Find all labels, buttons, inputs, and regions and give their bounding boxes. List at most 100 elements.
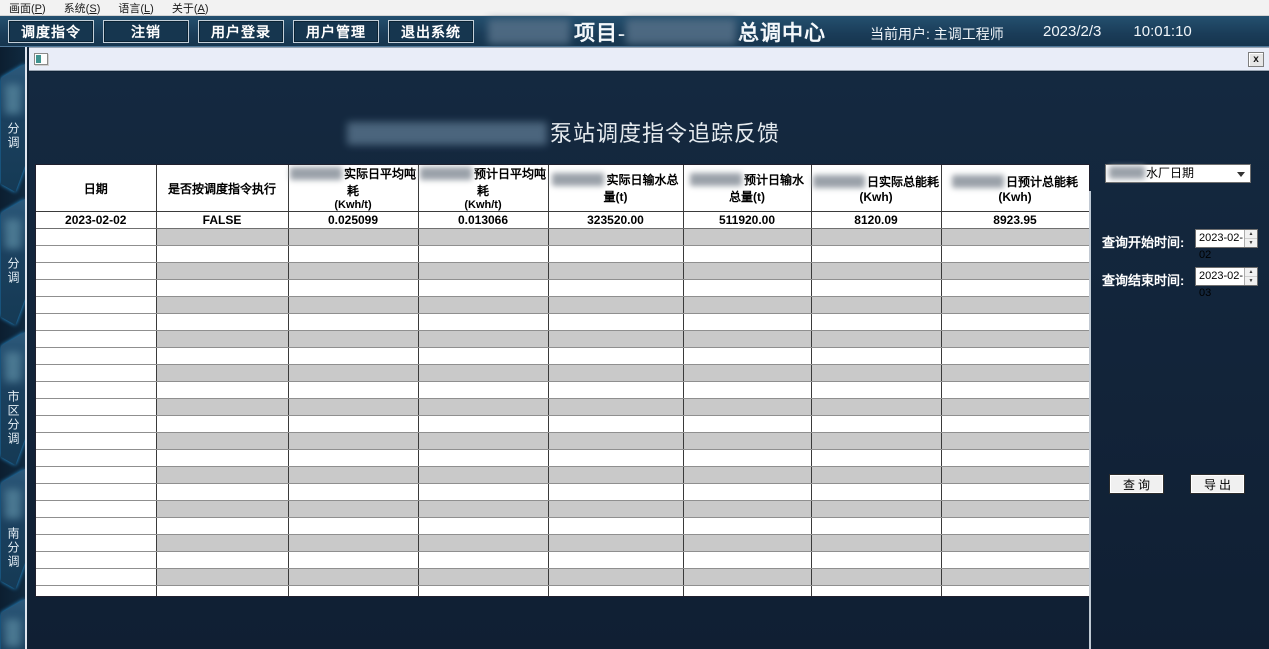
app-title: 项目- 总调中心 bbox=[488, 16, 826, 47]
table-cell: FALSE bbox=[156, 211, 289, 229]
spinner-up-icon[interactable]: ▲ bbox=[1245, 268, 1257, 277]
nav-button-exit-system[interactable]: 退出系统 bbox=[388, 20, 474, 43]
sidebar: 分调分调市区分调南分调市区分调 bbox=[0, 47, 27, 649]
redacted-label bbox=[5, 84, 21, 114]
sidebar-tab-shape: 市区分调 bbox=[1, 597, 25, 649]
table-row[interactable] bbox=[36, 313, 1089, 331]
table-row[interactable] bbox=[36, 585, 1089, 596]
menu-item-language[interactable]: 语言(L) bbox=[109, 0, 162, 16]
query-end-input[interactable]: 2023-02-03 ▲ ▼ bbox=[1195, 267, 1258, 299]
table-cell bbox=[811, 313, 942, 331]
sidebar-tab-1[interactable]: 分调 bbox=[1, 62, 25, 192]
menu-item-system[interactable]: 系统(S) bbox=[55, 0, 110, 16]
table-cell bbox=[288, 245, 419, 263]
nav-button-logout[interactable]: 注销 bbox=[103, 20, 189, 43]
column-header-5: 实际日输水总量(t) bbox=[548, 165, 684, 212]
nav-button-dispatch-command[interactable]: 调度指令 bbox=[8, 20, 94, 43]
table-cell bbox=[288, 466, 419, 484]
sidebar-tab-4[interactable]: 南分调 bbox=[1, 467, 25, 589]
table-cell bbox=[418, 296, 549, 314]
query-button[interactable]: 查询 bbox=[1109, 474, 1164, 494]
nav-button-user-login[interactable]: 用户登录 bbox=[198, 20, 284, 43]
table-cell bbox=[418, 364, 549, 382]
table-cell bbox=[811, 262, 942, 280]
query-start-input[interactable]: 2023-02-02 ▲ ▼ bbox=[1195, 229, 1258, 261]
spinner-down-icon[interactable]: ▼ bbox=[1245, 239, 1257, 247]
time-label: 10:01:10 bbox=[1133, 23, 1192, 40]
table-cell bbox=[156, 466, 289, 484]
datetime: 2023/2/3 10:01:10 bbox=[1043, 23, 1192, 40]
table-cell bbox=[811, 449, 942, 467]
table-cell bbox=[941, 279, 1089, 297]
table-cell bbox=[683, 364, 812, 382]
table-row[interactable] bbox=[36, 364, 1089, 382]
table-cell bbox=[811, 415, 942, 433]
table-cell bbox=[36, 585, 157, 596]
table-cell bbox=[418, 449, 549, 467]
sidebar-tab-3[interactable]: 市区分调 bbox=[1, 330, 25, 465]
table-cell bbox=[36, 466, 157, 484]
menubar: 画面(P) 系统(S) 语言(L) 关于(A) bbox=[0, 0, 1269, 16]
table-cell bbox=[288, 551, 419, 569]
table-row[interactable] bbox=[36, 432, 1089, 450]
column-header-7: 日实际总能耗(Kwh) bbox=[811, 165, 942, 212]
table-cell bbox=[941, 228, 1089, 246]
table-cell bbox=[156, 517, 289, 535]
table-row[interactable] bbox=[36, 279, 1089, 297]
table-row[interactable] bbox=[36, 517, 1089, 535]
table-cell bbox=[548, 364, 684, 382]
table-row[interactable] bbox=[36, 500, 1089, 518]
export-button[interactable]: 导出 bbox=[1190, 474, 1245, 494]
table-cell bbox=[683, 347, 812, 365]
table-cell bbox=[811, 228, 942, 246]
table-cell: 2023-02-02 bbox=[36, 211, 157, 229]
table-cell bbox=[811, 568, 942, 586]
table-cell bbox=[156, 279, 289, 297]
menu-item-about[interactable]: 关于(A) bbox=[163, 0, 218, 16]
table-row[interactable]: 2023-02-02 FALSE 0.025099 0.013066 323520.00… bbox=[36, 211, 1089, 229]
table-row[interactable] bbox=[36, 381, 1089, 399]
table-cell bbox=[548, 296, 684, 314]
sidebar-tab-5[interactable]: 市区分调 bbox=[1, 597, 25, 649]
nav-button-user-management[interactable]: 用户管理 bbox=[293, 20, 379, 43]
column-header-3: 实际日平均吨耗 (Kwh/t) bbox=[288, 165, 419, 212]
table-cell bbox=[418, 517, 549, 535]
table-row[interactable] bbox=[36, 483, 1089, 501]
redacted-block bbox=[347, 122, 547, 145]
table-cell bbox=[288, 568, 419, 586]
table-cell bbox=[36, 228, 157, 246]
column-header-text: 日实际总能耗(Kwh) bbox=[859, 174, 939, 204]
table-cell bbox=[156, 500, 289, 518]
spinner-down-icon[interactable]: ▼ bbox=[1245, 277, 1257, 285]
column-header-text: 日期 bbox=[83, 181, 108, 196]
plant-date-select[interactable]: 水厂日期 bbox=[1105, 164, 1251, 183]
table-cell bbox=[548, 245, 684, 263]
table-cell bbox=[548, 585, 684, 596]
table-row[interactable] bbox=[36, 398, 1089, 416]
table-row[interactable] bbox=[36, 415, 1089, 433]
table-cell bbox=[36, 415, 157, 433]
spinner-buttons: ▲ ▼ bbox=[1244, 268, 1257, 285]
table-cell bbox=[548, 500, 684, 518]
table-row[interactable] bbox=[36, 466, 1089, 484]
table-row[interactable] bbox=[36, 568, 1089, 586]
table-row[interactable] bbox=[36, 245, 1089, 263]
spinner-up-icon[interactable]: ▲ bbox=[1245, 230, 1257, 239]
table-cell bbox=[548, 279, 684, 297]
table-row[interactable] bbox=[36, 296, 1089, 314]
table-cell bbox=[548, 262, 684, 280]
table-row[interactable] bbox=[36, 228, 1089, 246]
close-button[interactable]: x bbox=[1248, 52, 1264, 67]
table-row[interactable] bbox=[36, 330, 1089, 348]
table-row[interactable] bbox=[36, 347, 1089, 365]
table-cell bbox=[941, 381, 1089, 399]
table-cell bbox=[156, 245, 289, 263]
table-row[interactable] bbox=[36, 262, 1089, 280]
table-row[interactable] bbox=[36, 551, 1089, 569]
menu-item-screen[interactable]: 画面(P) bbox=[0, 0, 55, 16]
sidebar-tab-2[interactable]: 分调 bbox=[1, 197, 25, 325]
sidebar-tab-shape: 分调 bbox=[1, 62, 25, 192]
table-row[interactable] bbox=[36, 449, 1089, 467]
table-cell bbox=[288, 330, 419, 348]
table-row[interactable] bbox=[36, 534, 1089, 552]
